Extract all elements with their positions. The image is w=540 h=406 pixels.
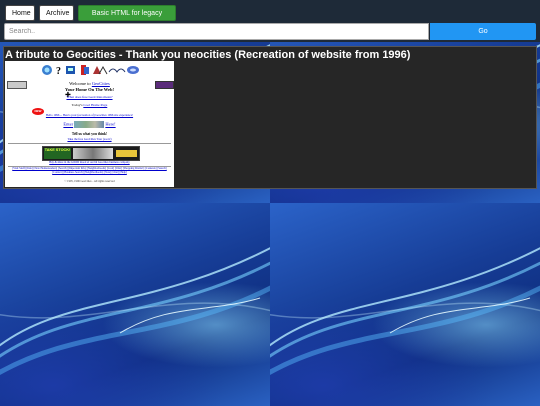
geocities-icon-strip: ?: [42, 65, 139, 76]
take-stock-label: TAKE STOCK!: [44, 148, 71, 159]
search-input[interactable]: [4, 23, 429, 40]
wallpaper-tile: [0, 203, 270, 406]
enter-here-banner[interactable]: [74, 121, 105, 128]
search-bar: Go: [0, 22, 540, 42]
go-button[interactable]: Go: [430, 23, 536, 40]
geocities-link[interactable]: GeoCities: [92, 81, 110, 86]
svg-text:?: ?: [56, 66, 61, 76]
geocities-thumbnail[interactable]: ? Welcome to GeoCities Your Home On The …: [5, 61, 174, 187]
take-tour-link[interactable]: Take the free GeoCities Tour (soon!): [67, 137, 111, 141]
cool-home-page-link[interactable]: Cool Home Page: [83, 103, 107, 107]
neighborhoods-links[interactable]: [Visit Stuff] [Info] [New Homesteaders] …: [8, 167, 171, 174]
take-stock-banner[interactable]: TAKE STOCK!: [42, 146, 140, 161]
hello-1996-link[interactable]: Hello 1996 -- Here's your (recreation of…: [46, 113, 133, 117]
divider: [8, 143, 171, 144]
archive-button[interactable]: Archive: [39, 5, 74, 21]
result-card: A tribute to Geocities - Thank you neoci…: [3, 46, 537, 189]
stock-ticker-image: [73, 148, 113, 159]
tell-us-text: Tell us what you think!: [71, 132, 108, 136]
welcome-text: Welcome to: [69, 81, 91, 86]
top-nav-bar: Home Archive Basic HTML for legacy brows…: [0, 0, 540, 33]
here-link[interactable]: Here!: [105, 122, 115, 127]
card-title[interactable]: A tribute to Geocities - Thank you neoci…: [5, 49, 410, 61]
wallpaper-tile: [270, 203, 540, 406]
stock-button-image: [116, 150, 137, 157]
home-on-web-text: Your Home On The Web!: [64, 87, 114, 92]
banner-note-link[interactable]: Buy & share in the GOOD mood of our hit …: [49, 161, 129, 164]
legacy-html-button[interactable]: Basic HTML for legacy browsers: [78, 5, 176, 33]
copyright-text: © 1995, 1996 GeoCities - All rights rese…: [64, 180, 115, 183]
todays-text: Today's: [71, 103, 83, 107]
enter-link[interactable]: Enter: [63, 122, 73, 127]
home-button[interactable]: Home: [5, 5, 35, 21]
what-free-link[interactable]: What does free GeoCities mean?: [66, 95, 112, 99]
